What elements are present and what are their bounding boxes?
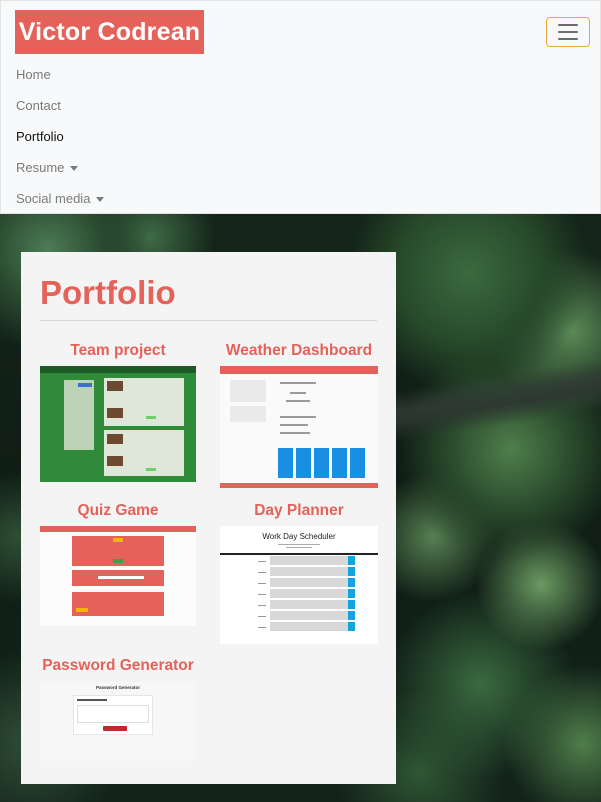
page-title: Portfolio <box>40 274 176 311</box>
nav-item-label: Portfolio <box>16 129 64 144</box>
nav-menu: Home Contact Portfolio Resume Social med… <box>16 59 105 214</box>
nav-item-social-media[interactable]: Social media <box>16 183 105 214</box>
nav-item-contact[interactable]: Contact <box>16 90 104 121</box>
hamburger-icon <box>558 31 578 33</box>
project-title[interactable]: Day Planner <box>220 502 378 520</box>
nav-item-label: Home <box>16 67 51 82</box>
project-title[interactable]: Team project <box>40 342 196 360</box>
project-thumbnail[interactable]: Work Day Scheduler <box>220 526 378 644</box>
project-thumbnail[interactable] <box>40 366 196 482</box>
nav-item-label: Social media <box>16 191 91 206</box>
divider <box>40 320 377 321</box>
caret-down-icon <box>70 166 79 171</box>
navbar-toggler-button[interactable] <box>546 17 590 47</box>
project-weather-dashboard: Weather Dashboard <box>220 342 378 488</box>
project-thumbnail[interactable] <box>40 526 196 626</box>
project-title[interactable]: Password Generator <box>40 657 196 675</box>
nav-item-label: Contact <box>16 98 61 113</box>
nav-item-home[interactable]: Home <box>16 59 104 90</box>
planner-thumb-title: Work Day Scheduler <box>262 532 336 541</box>
background-road <box>377 353 601 445</box>
project-team: Team project <box>40 342 196 482</box>
project-day-planner: Day Planner Work Day Scheduler <box>220 502 378 645</box>
hamburger-icon <box>558 38 578 40</box>
project-title[interactable]: Weather Dashboard <box>220 342 378 360</box>
password-thumb-title: Password Generator <box>95 685 140 690</box>
project-title[interactable]: Quiz Game <box>40 502 196 520</box>
nav-item-resume[interactable]: Resume <box>16 152 104 183</box>
project-quiz-game: Quiz Game <box>40 502 196 627</box>
caret-down-icon <box>96 197 105 202</box>
brand-logo[interactable]: Victor Codrean <box>15 10 204 54</box>
project-password-generator: Password Generator Password Generator <box>40 657 196 762</box>
portfolio-card: Portfolio Team project Weather Dashboard <box>21 252 396 784</box>
project-thumbnail[interactable] <box>220 366 378 488</box>
hamburger-icon <box>558 24 578 26</box>
navbar: Victor Codrean Home Contact Portfolio Re… <box>0 0 601 214</box>
project-thumbnail[interactable]: Password Generator <box>40 682 196 761</box>
nav-item-portfolio[interactable]: Portfolio <box>16 121 104 152</box>
nav-item-label: Resume <box>16 160 65 175</box>
